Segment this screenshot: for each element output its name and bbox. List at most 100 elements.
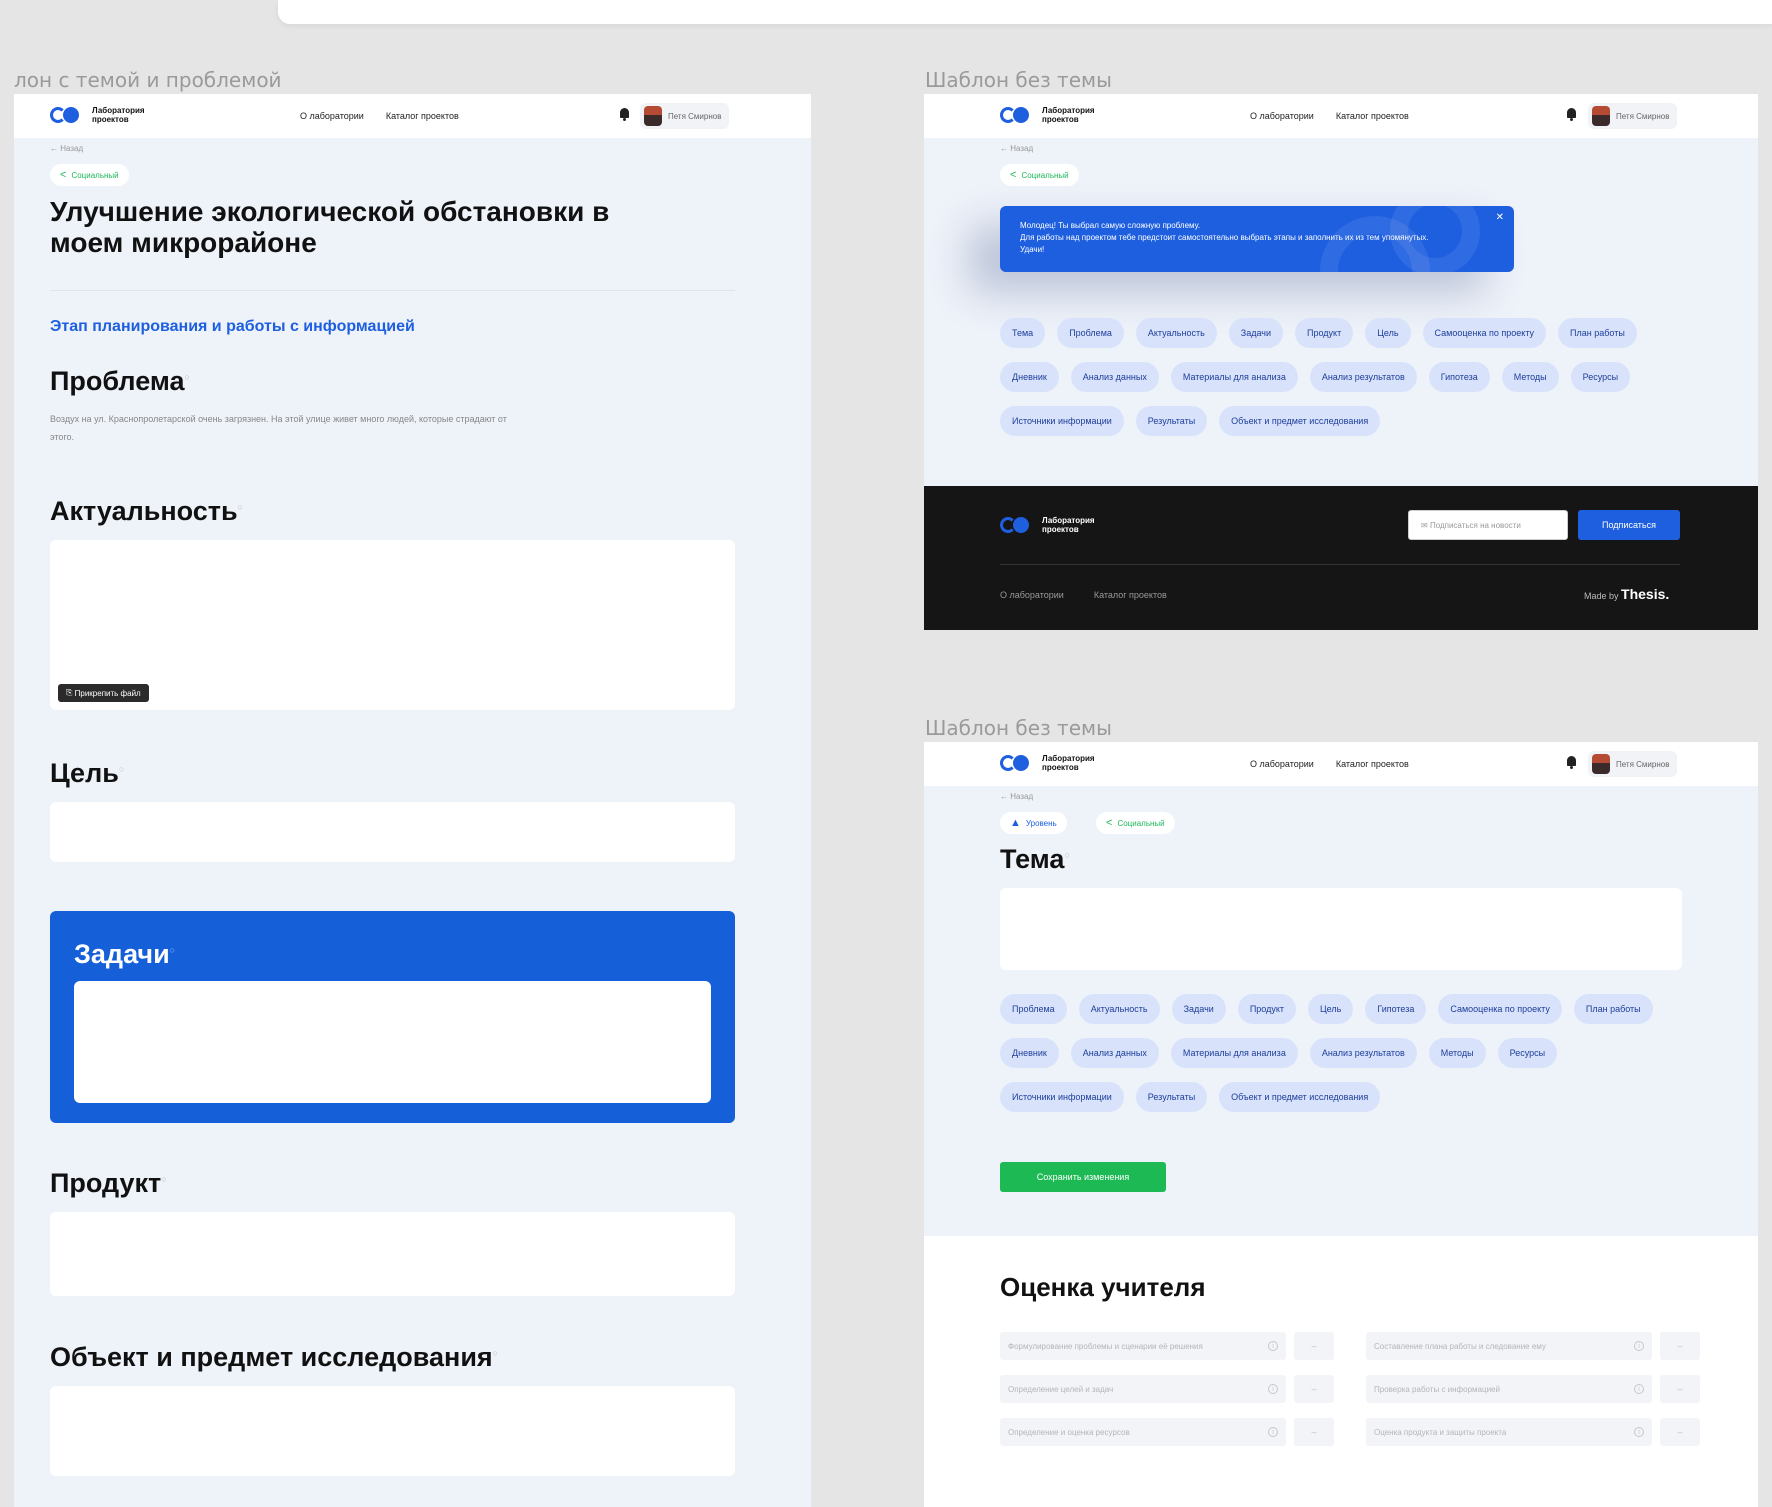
relevance-input[interactable]: ⎘ Прикрепить файл <box>50 540 735 710</box>
chip[interactable]: Самооценка по проекту <box>1422 318 1547 348</box>
level-badge: ▲ Уровень <box>1000 812 1067 834</box>
user-menu[interactable]: Петя Смирнов <box>1588 751 1678 777</box>
made-by[interactable]: Made by Thesis. <box>1584 586 1669 602</box>
grade-select[interactable]: – <box>1660 1332 1700 1360</box>
chip[interactable]: Объект и предмет исследования <box>1219 406 1381 436</box>
bell-icon[interactable] <box>619 107 630 121</box>
stage-link[interactable]: Этап планирования и работы с информацией <box>50 318 415 336</box>
footer-logo[interactable]: Лаборатория проектов <box>1000 514 1112 536</box>
category-badge: < Социальный <box>1096 812 1175 834</box>
info-icon[interactable]: i <box>1634 1427 1644 1437</box>
chip[interactable]: Анализ данных <box>1070 1038 1159 1068</box>
chip[interactable]: Ресурсы <box>1497 1038 1558 1068</box>
attach-file-button[interactable]: ⎘ Прикрепить файл <box>58 684 149 702</box>
chip[interactable]: Материалы для анализа <box>1170 1038 1298 1068</box>
close-icon[interactable]: ✕ <box>1496 212 1504 224</box>
section-product-title: Продукт○ <box>50 1168 167 1198</box>
avatar <box>1592 106 1610 126</box>
nav-catalog[interactable]: Каталог проектов <box>1336 111 1409 121</box>
nav-about[interactable]: О лаборатории <box>1250 759 1314 769</box>
frame-right-bottom: Лаборатория проектов О лаборатории Катал… <box>924 742 1758 1507</box>
chip[interactable]: Материалы для анализа <box>1170 362 1298 392</box>
chip[interactable]: Гипотеза <box>1365 994 1427 1024</box>
chip[interactable]: Цель <box>1365 318 1411 348</box>
chip[interactable]: Задачи <box>1171 994 1226 1024</box>
chip[interactable]: План работы <box>1558 318 1637 348</box>
nav-catalog[interactable]: Каталог проектов <box>386 111 459 121</box>
info-icon[interactable]: i <box>1634 1384 1644 1394</box>
chip[interactable]: Источники информации <box>1000 1082 1124 1112</box>
grade-criterion: Определение целей и задач i <box>1000 1375 1286 1403</box>
paperclip-icon: ⎘ <box>66 688 75 697</box>
chip[interactable]: Проблема <box>1000 994 1067 1024</box>
footer-divider <box>1000 564 1680 565</box>
breadcrumb[interactable]: ← Назад <box>1000 144 1033 153</box>
subscribe-button[interactable]: Подписаться <box>1578 510 1680 540</box>
bell-icon[interactable] <box>1566 755 1577 769</box>
nav-about[interactable]: О лаборатории <box>1250 111 1314 121</box>
chip[interactable]: Анализ данных <box>1070 362 1159 392</box>
chip[interactable]: Дневник <box>1000 1038 1059 1068</box>
main-nav: О лаборатории Каталог проектов <box>300 111 459 121</box>
chip[interactable]: Методы <box>1501 362 1559 392</box>
footer-nav-about[interactable]: О лаборатории <box>1000 590 1064 600</box>
stage-chips: Тема Проблема Актуальность Задачи Продук… <box>1000 318 1690 436</box>
chip[interactable]: Анализ результатов <box>1309 1038 1417 1068</box>
tasks-input[interactable] <box>74 981 711 1103</box>
section-problem-title: Проблема○ <box>50 366 190 396</box>
footer-nav-catalog[interactable]: Каталог проектов <box>1094 590 1167 600</box>
subscribe-input[interactable]: ✉ Подписаться на новости <box>1408 510 1568 540</box>
chip[interactable]: Анализ результатов <box>1309 362 1417 392</box>
chip[interactable]: Актуальность <box>1135 318 1217 348</box>
info-icon[interactable]: i <box>1268 1384 1278 1394</box>
bell-icon[interactable] <box>1566 107 1577 121</box>
nav-catalog[interactable]: Каталог проектов <box>1336 759 1409 769</box>
info-icon[interactable]: i <box>1268 1341 1278 1351</box>
chip[interactable]: Результаты <box>1135 1082 1208 1112</box>
chip[interactable]: Объект и предмет исследования <box>1219 1082 1381 1112</box>
chip[interactable]: Результаты <box>1135 406 1208 436</box>
chip[interactable]: Продукт <box>1237 994 1297 1024</box>
footer-nav: О лаборатории Каталог проектов <box>1000 590 1167 600</box>
chip[interactable]: Источники информации <box>1000 406 1124 436</box>
logo-text: Лаборатория проектов <box>1042 106 1095 124</box>
grade-criterion: Проверка работы с информацией i <box>1366 1375 1652 1403</box>
grade-criterion: Формулирование проблемы и сценарии её ре… <box>1000 1332 1286 1360</box>
chip[interactable]: Дневник <box>1000 362 1059 392</box>
grade-select[interactable]: – <box>1294 1332 1334 1360</box>
logo-text: Лаборатория проектов <box>1042 516 1095 534</box>
chip[interactable]: Задачи <box>1228 318 1284 348</box>
goal-input[interactable] <box>50 802 735 862</box>
user-name: Петя Смирнов <box>668 111 722 121</box>
chip[interactable]: Тема <box>1000 318 1046 348</box>
grade-select[interactable]: – <box>1660 1375 1700 1403</box>
info-icon[interactable]: i <box>1634 1341 1644 1351</box>
chip[interactable]: Продукт <box>1295 318 1354 348</box>
user-menu[interactable]: Петя Смирнов <box>1588 103 1678 129</box>
chip[interactable]: Цель <box>1308 994 1354 1024</box>
save-changes-button[interactable]: Сохранить изменения <box>1000 1162 1166 1192</box>
product-input[interactable] <box>50 1212 735 1296</box>
chip[interactable]: Ресурсы <box>1570 362 1631 392</box>
nav-about[interactable]: О лаборатории <box>300 111 364 121</box>
chip[interactable]: Актуальность <box>1078 994 1160 1024</box>
chip[interactable]: План работы <box>1573 994 1653 1024</box>
theme-input[interactable] <box>1000 888 1682 970</box>
breadcrumb[interactable]: ← Назад <box>50 144 83 153</box>
logo[interactable]: Лаборатория проектов <box>1000 752 1112 774</box>
logo[interactable]: Лаборатория проектов <box>50 104 162 126</box>
chip[interactable]: Самооценка по проекту <box>1438 994 1562 1024</box>
logo[interactable]: Лаборатория проектов <box>1000 104 1112 126</box>
chip[interactable]: Методы <box>1428 1038 1486 1068</box>
grade-select[interactable]: – <box>1294 1375 1334 1403</box>
info-icon[interactable]: i <box>1268 1427 1278 1437</box>
breadcrumb[interactable]: ← Назад <box>1000 792 1033 801</box>
grade-select[interactable]: – <box>1294 1418 1334 1446</box>
grade-select[interactable]: – <box>1660 1418 1700 1446</box>
info-banner: Молодец! Ты выбрал самую сложную проблем… <box>1000 206 1514 272</box>
frame-left: Лаборатория проектов О лаборатории Катал… <box>14 94 811 1507</box>
chip[interactable]: Проблема <box>1057 318 1124 348</box>
object-input[interactable] <box>50 1386 735 1476</box>
chip[interactable]: Гипотеза <box>1428 362 1490 392</box>
user-menu[interactable]: Петя Смирнов <box>640 103 730 129</box>
